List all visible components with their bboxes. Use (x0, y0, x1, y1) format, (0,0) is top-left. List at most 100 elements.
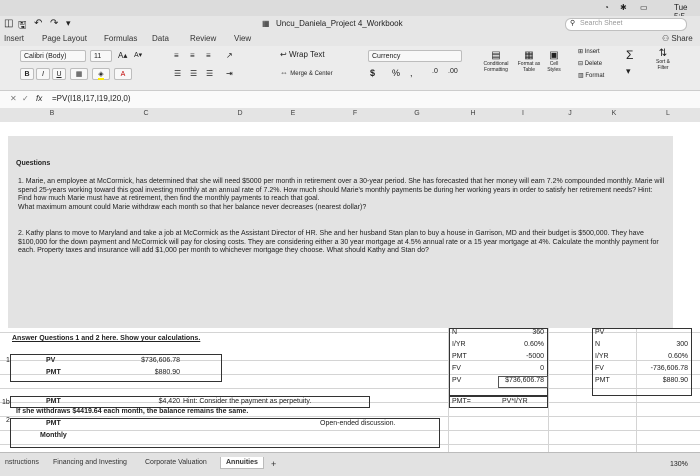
column-header-k[interactable]: K (592, 110, 636, 117)
column-header-f[interactable]: F (324, 110, 386, 117)
font-name-select[interactable]: Calibri (Body) (20, 50, 86, 62)
cancel-icon[interactable]: ✕ (10, 94, 17, 103)
calc1-label-iyr[interactable]: I/YR (452, 341, 466, 348)
tab-view[interactable]: View (234, 34, 251, 43)
calc2-value-fv[interactable]: -736,606.78 (638, 365, 688, 372)
cell-styles-button[interactable]: ▣ Cell Styles (544, 50, 564, 73)
perpetuity-formula[interactable]: PV*I/YR (502, 398, 528, 405)
column-header-l[interactable]: L (636, 110, 700, 117)
pv-value[interactable]: $736,606.78 (130, 357, 180, 364)
calc1-label-n[interactable]: N (452, 329, 457, 336)
calc2-label-pmt[interactable]: PMT (595, 377, 610, 384)
calc2-label-n[interactable]: N (595, 341, 600, 348)
grow-font-button[interactable]: A▴ (118, 51, 127, 60)
tab-page-layout[interactable]: Page Layout (42, 34, 87, 43)
zoom-level[interactable]: 130% (670, 461, 688, 468)
insert-cells-button[interactable]: ⊞ Insert (578, 48, 600, 55)
sheet-tab-annuities[interactable]: Annuities (220, 457, 264, 469)
align-right-icon[interactable]: ☰ (206, 69, 213, 78)
decrease-decimal-icon[interactable]: .00 (448, 68, 458, 75)
percent-style-button[interactable]: % (392, 68, 400, 78)
tab-formulas[interactable]: Formulas (104, 34, 137, 43)
column-header-b[interactable]: B (30, 110, 74, 117)
font-size-select[interactable]: 11 (90, 50, 112, 62)
number-format-select[interactable]: Currency (368, 50, 462, 62)
add-sheet-button[interactable]: + (266, 457, 281, 471)
worksheet-grid[interactable]: Questions 1. Marie, an employee at McCor… (0, 122, 700, 452)
calc1-value-pv[interactable]: $736,606.78 (494, 377, 544, 384)
pmt-value[interactable]: $880.90 (130, 369, 180, 376)
column-header-j[interactable]: J (548, 110, 592, 117)
calc1-value-n[interactable]: 360 (494, 329, 544, 336)
calc1-label-pv[interactable]: PV (452, 377, 461, 384)
customize-toolbar-icon[interactable]: ▾ (66, 18, 71, 29)
borders-button[interactable]: ▦ (70, 68, 88, 80)
tab-review[interactable]: Review (190, 34, 216, 43)
column-header-c[interactable]: C (74, 110, 218, 117)
shrink-font-button[interactable]: A▾ (134, 51, 142, 59)
align-middle-icon[interactable]: ≡ (190, 51, 195, 60)
sheet-tab-instructions[interactable]: nstructions (0, 457, 44, 468)
pmt-1b-hint[interactable]: Hint: Consider the payment as perpetuity… (183, 398, 311, 405)
orientation-icon[interactable]: ↗ (226, 51, 233, 60)
sort-filter-button[interactable]: ⇅ Sort & Filter (650, 48, 676, 71)
tab-data[interactable]: Data (152, 34, 169, 43)
calc1-label-fv[interactable]: FV (452, 365, 461, 372)
calc2-value-pmt[interactable]: $880.90 (638, 377, 688, 384)
search-box[interactable]: ⚲ Search Sheet (565, 18, 687, 31)
withdraw-note[interactable]: If she withdraws $4419.64 each month, th… (16, 408, 248, 415)
bluetooth-icon[interactable]: ✱ (620, 3, 627, 12)
fill-icon[interactable]: ▾ (626, 66, 631, 77)
delete-cells-button[interactable]: ⊟ Delete (578, 60, 602, 67)
q2-pmt-label[interactable]: PMT (46, 420, 61, 427)
battery-icon[interactable]: ▭ (640, 3, 648, 12)
increase-decimal-icon[interactable]: .0 (432, 68, 438, 75)
share-button[interactable]: ⚇ Share (662, 34, 693, 43)
calc1-label-pmt[interactable]: PMT (452, 353, 467, 360)
sheet-tab-financing-investing[interactable]: Financing and Investing (48, 457, 132, 468)
fill-color-button[interactable]: ◈ (92, 68, 110, 80)
align-left-icon[interactable]: ☰ (174, 69, 181, 78)
calc2-value-n[interactable]: 300 (638, 341, 688, 348)
wifi-icon[interactable]: ◔ (604, 3, 609, 12)
insert-function-button[interactable]: fx (36, 94, 42, 103)
merge-center-button[interactable]: ⇔ Merge & Center (280, 68, 333, 77)
format-cells-button[interactable]: ▥ Format (578, 72, 604, 79)
align-bottom-icon[interactable]: ≡ (206, 51, 211, 60)
column-header-e[interactable]: E (262, 110, 324, 117)
column-header-i[interactable]: I (498, 110, 548, 117)
pv-label[interactable]: PV (46, 357, 55, 364)
calc2-label-fv[interactable]: FV (595, 365, 604, 372)
calc1-value-iyr[interactable]: 0.60% (494, 341, 544, 348)
sidebar-toggle-icon[interactable]: ◫ (4, 18, 13, 29)
pmt-label[interactable]: PMT (46, 369, 61, 376)
perpetuity-label[interactable]: PMT= (452, 398, 471, 405)
column-header-d[interactable]: D (218, 110, 262, 117)
font-color-button[interactable]: A (114, 68, 132, 80)
align-top-icon[interactable]: ≡ (174, 51, 179, 60)
italic-button[interactable]: I (36, 68, 50, 80)
underline-button[interactable]: U (52, 68, 66, 80)
calc2-value-iyr[interactable]: 0.60% (638, 353, 688, 360)
column-header-g[interactable]: G (386, 110, 448, 117)
calc2-label-pv[interactable]: PV (595, 329, 604, 336)
calc1-value-fv[interactable]: 0 (494, 365, 544, 372)
conditional-formatting-button[interactable]: ▤ Conditional Formatting (478, 50, 514, 73)
bold-button[interactable]: B (20, 68, 34, 80)
comma-style-button[interactable]: , (410, 68, 413, 78)
tab-insert[interactable]: Insert (4, 34, 24, 43)
autosum-icon[interactable]: Σ (626, 48, 633, 62)
q2-monthly-label[interactable]: Monthly (40, 432, 67, 439)
calc1-value-pmt[interactable]: -5000 (494, 353, 544, 360)
indent-icon[interactable]: ⇥ (226, 69, 233, 78)
enter-icon[interactable]: ✓ (22, 94, 29, 103)
pmt-1b-value[interactable]: $4,420 (130, 398, 180, 405)
accounting-format-button[interactable]: $ (370, 68, 375, 78)
pmt-1b-label[interactable]: PMT (46, 398, 61, 405)
column-header-h[interactable]: H (448, 110, 498, 117)
sheet-tab-corporate-valuation[interactable]: Corporate Valuation (140, 457, 212, 468)
formula-input[interactable]: =PV(I18,I17,I19,I20,0) (52, 94, 131, 103)
calc2-label-iyr[interactable]: I/YR (595, 353, 609, 360)
wrap-text-button[interactable]: ↩ Wrap Text (280, 50, 325, 59)
align-center-icon[interactable]: ☰ (190, 69, 197, 78)
